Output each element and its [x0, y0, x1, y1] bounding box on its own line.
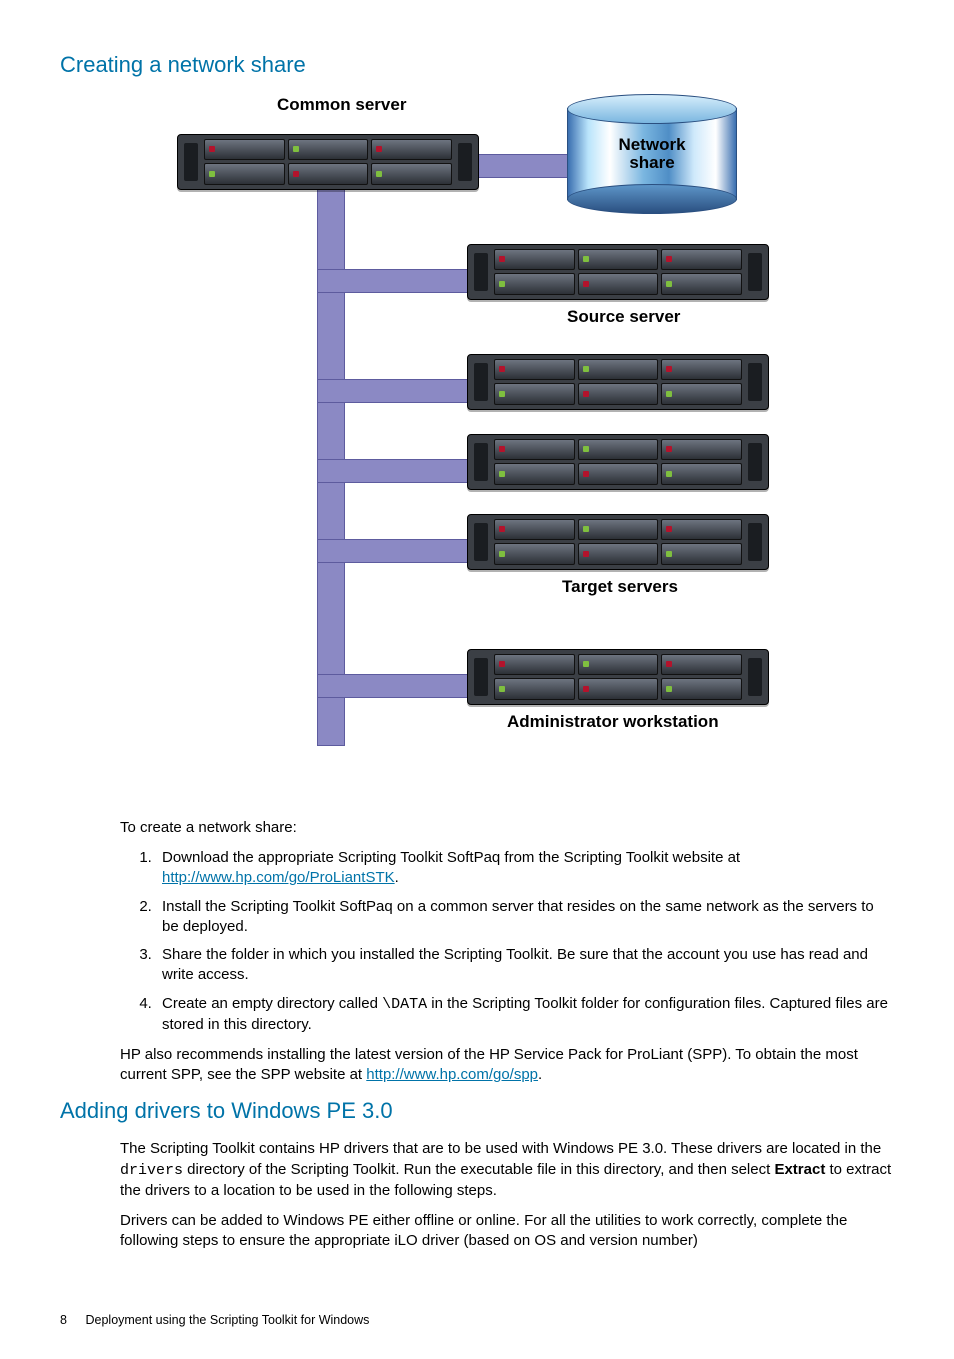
step-1: Download the appropriate Scripting Toolk…	[156, 848, 894, 889]
section-heading-network-share: Creating a network share	[60, 50, 894, 80]
section-heading-drivers: Adding drivers to Windows PE 3.0	[60, 1096, 894, 1126]
label-source-server: Source server	[567, 306, 680, 329]
link-proliant-stk[interactable]: http://www.hp.com/go/ProLiantSTK	[162, 869, 395, 886]
extract-bold: Extract	[774, 1161, 825, 1178]
code-data-dir: \DATA	[382, 996, 427, 1013]
spp-paragraph: HP also recommends installing the latest…	[120, 1045, 894, 1086]
label-admin-workstation: Administrator workstation	[507, 711, 719, 734]
label-target-servers: Target servers	[562, 576, 678, 599]
label-network-share-line1: Network	[618, 135, 685, 154]
code-drivers-dir: drivers	[120, 1162, 183, 1179]
label-common-server: Common server	[277, 94, 406, 117]
page-footer: 8 Deployment using the Scripting Toolkit…	[60, 1312, 894, 1329]
drivers-paragraph-1: The Scripting Toolkit contains HP driver…	[120, 1139, 894, 1201]
label-network-share-line2: share	[629, 153, 674, 172]
intro-text: To create a network share:	[120, 818, 894, 838]
link-spp[interactable]: http://www.hp.com/go/spp	[366, 1066, 538, 1083]
step-2: Install the Scripting Toolkit SoftPaq on…	[156, 897, 894, 938]
page-number: 8	[60, 1312, 82, 1329]
drivers-paragraph-2: Drivers can be added to Windows PE eithe…	[120, 1211, 894, 1252]
steps-list: Download the appropriate Scripting Toolk…	[120, 848, 894, 1035]
footer-title: Deployment using the Scripting Toolkit f…	[85, 1313, 369, 1327]
network-diagram: Common server Network share Source serve…	[60, 94, 894, 800]
step-3: Share the folder in which you installed …	[156, 945, 894, 986]
step-4: Create an empty directory called \DATA i…	[156, 994, 894, 1036]
